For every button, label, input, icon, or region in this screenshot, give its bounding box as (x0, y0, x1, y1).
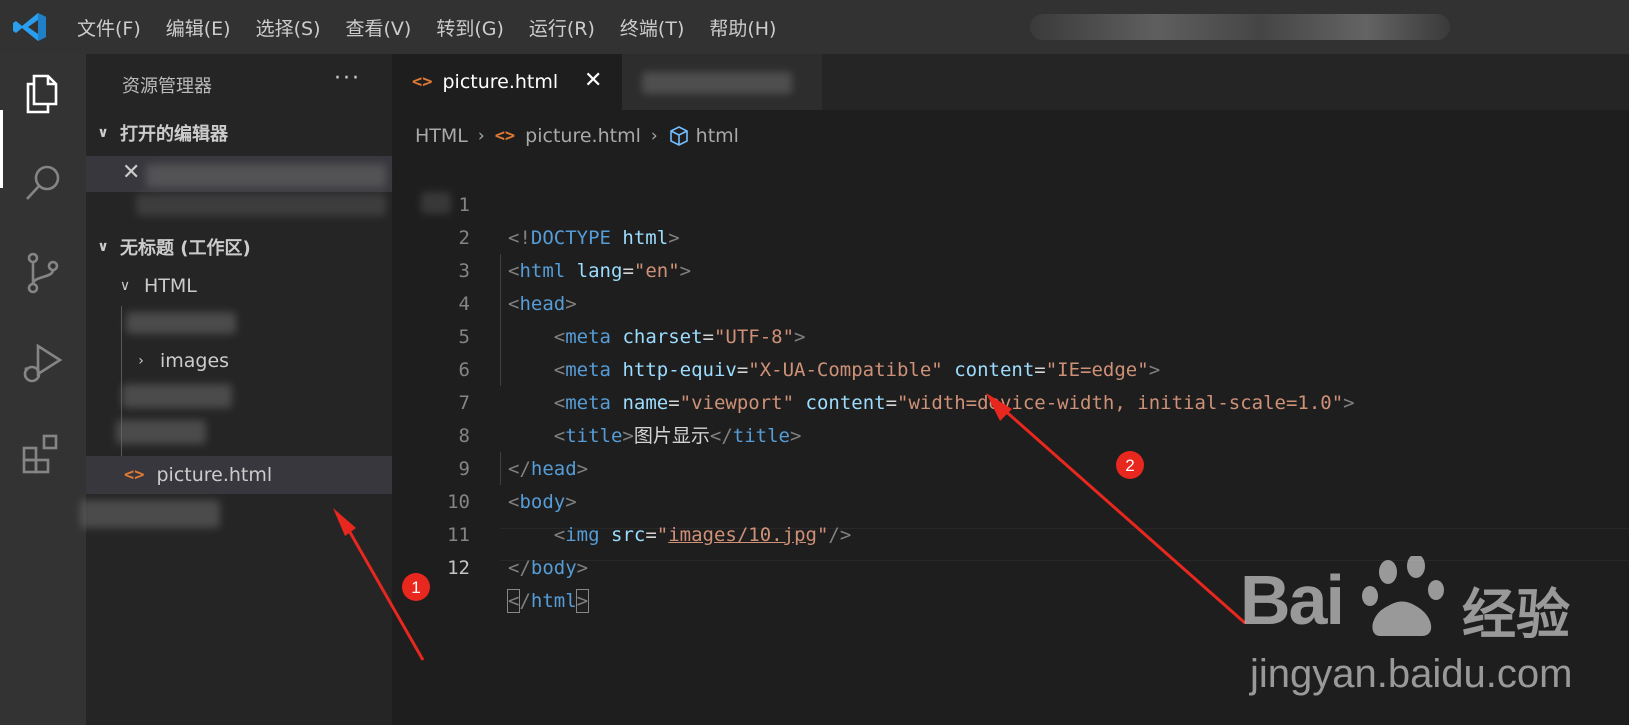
more-actions-icon[interactable]: ··· (334, 66, 361, 91)
file-picture-html[interactable]: <> picture.html (124, 458, 272, 492)
breadcrumb: HTML › <> picture.html › html (415, 123, 739, 149)
code-line[interactable]: 8 </head> (392, 387, 1629, 480)
extensions-icon[interactable] (18, 428, 68, 478)
open-editors-header[interactable]: ∨ 打开的编辑器 (86, 116, 392, 150)
code-line[interactable]: 6 <meta name="viewport" content="width=d… (392, 321, 1629, 414)
line-number: 12 (447, 557, 470, 579)
menu-bar: 文件(F) 编辑(E) 选择(S) 查看(V) 转到(G) 运行(R) 终端(T… (77, 0, 801, 54)
breadcrumb-folder[interactable]: HTML (415, 125, 468, 147)
html-file-icon: <> (412, 72, 433, 92)
code-line[interactable]: 1 <!DOCTYPE html> (392, 156, 1629, 249)
menu-edit[interactable]: 编辑(E) (166, 14, 231, 41)
code-line[interactable]: 2 <html lang="en"> (392, 189, 1629, 282)
file-picture-html-label: picture.html (156, 464, 273, 486)
active-indicator (0, 110, 3, 188)
blurred-filename (146, 164, 386, 188)
blurred-tree-item (116, 420, 206, 444)
explorer-icon[interactable] (18, 68, 68, 118)
workspace-header[interactable]: ∨ 无标题 (工作区) (86, 230, 392, 264)
chevron-right-icon: › (477, 126, 485, 146)
tab-picture-html[interactable]: <> picture.html ✕ (392, 54, 622, 110)
symbol-element-icon (669, 126, 688, 146)
open-editor-item[interactable]: ✕ (86, 156, 392, 192)
paw-logo-icon (1362, 556, 1444, 636)
run-debug-icon[interactable] (18, 338, 68, 388)
blurred-tab-label (642, 72, 792, 94)
blurred-path (136, 194, 386, 216)
menu-help[interactable]: 帮助(H) (709, 14, 776, 41)
code-line[interactable]: 4 <meta charset="UTF-8"> (392, 255, 1629, 348)
code-line[interactable]: 7 <title>图片显示</title> (392, 354, 1629, 447)
folder-images[interactable]: › images (130, 344, 229, 378)
chevron-down-icon: ∨ (97, 239, 109, 255)
html-file-icon: <> (494, 126, 516, 146)
activity-bar (0, 54, 86, 725)
code-line-current[interactable]: 12 </html> (392, 519, 1629, 613)
menu-view[interactable]: 查看(V) (346, 14, 412, 41)
chevron-down-icon: ∨ (97, 125, 109, 141)
blurred-tree-item (122, 384, 232, 408)
workspace-label: 无标题 (工作区) (120, 238, 251, 259)
breadcrumb-file[interactable]: picture.html (525, 125, 641, 147)
tab-close-icon[interactable]: ✕ (584, 68, 602, 93)
code-line[interactable]: 5 <meta http-equiv="X-UA-Compatible" con… (392, 288, 1629, 381)
code-line[interactable]: 9 <body> (392, 420, 1629, 513)
menu-go[interactable]: 转到(G) (436, 14, 504, 41)
window-title-blurred (1030, 14, 1450, 40)
watermark-cn: 经验 (1462, 583, 1570, 646)
explorer-title: 资源管理器 (122, 76, 212, 97)
code-line[interactable]: 10 <img src="images/10.jpg"/> (392, 453, 1629, 546)
tab-blurred[interactable] (622, 54, 822, 110)
vscode-logo-icon (13, 13, 46, 41)
folder-html[interactable]: ∨ HTML (114, 269, 197, 303)
title-bar: 文件(F) 编辑(E) 选择(S) 查看(V) 转到(G) 运行(R) 终端(T… (0, 0, 1629, 54)
open-editors-label: 打开的编辑器 (120, 124, 228, 145)
editor-tab-bar: <> picture.html ✕ (392, 54, 1629, 110)
code-line[interactable]: 11 </body> (392, 486, 1629, 579)
chevron-right-icon: › (138, 353, 144, 369)
chevron-right-icon: › (650, 126, 658, 146)
menu-run[interactable]: 运行(R) (529, 14, 595, 41)
blurred-tree-item (126, 312, 236, 334)
explorer-sidebar: 资源管理器 ··· ∨ 打开的编辑器 ✕ ∨ 无标题 (工作区) ∨ HTML … (80, 54, 451, 725)
search-icon[interactable] (18, 158, 68, 208)
breadcrumb-symbol[interactable]: html (696, 125, 739, 147)
watermark-url: jingyan.baidu.com (1250, 652, 1573, 696)
source-control-icon[interactable] (18, 248, 68, 298)
baidu-jingyan-watermark: Bai 经验 jingyan.baidu.com (1240, 556, 1620, 710)
code-line[interactable]: 3 <head> (392, 222, 1629, 315)
close-icon[interactable]: ✕ (122, 160, 140, 185)
tab-label: picture.html (442, 71, 559, 93)
menu-terminal[interactable]: 终端(T) (620, 14, 684, 41)
menu-file[interactable]: 文件(F) (77, 14, 141, 41)
menu-selection[interactable]: 选择(S) (256, 14, 321, 41)
folder-images-label: images (160, 350, 230, 372)
blurred-tree-item (80, 500, 220, 528)
html-file-icon: <> (124, 465, 145, 485)
folder-html-label: HTML (144, 275, 197, 297)
chevron-down-icon: ∨ (119, 278, 131, 294)
watermark-brand: Bai (1240, 561, 1345, 639)
